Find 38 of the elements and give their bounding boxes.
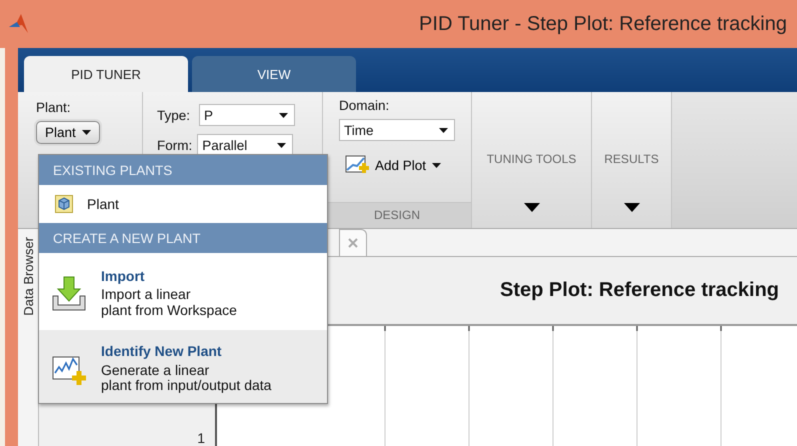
close-icon xyxy=(348,238,358,248)
domain-dropdown[interactable]: Time xyxy=(339,119,455,141)
axis-tick-label: 1 xyxy=(197,431,205,445)
plant-dropdown-button[interactable]: Plant xyxy=(36,121,100,144)
caret-icon xyxy=(439,128,448,132)
chart-add-icon xyxy=(345,155,369,175)
form-dropdown[interactable]: Parallel xyxy=(197,134,294,156)
menu-section-header: EXISTING PLANTS xyxy=(39,155,327,185)
type-label: Type: xyxy=(157,108,190,122)
type-dropdown[interactable]: P xyxy=(199,104,296,126)
plot-title: Step Plot: Reference tracking xyxy=(500,279,779,302)
menu-item-description: Generate a linear plant from input/output data xyxy=(101,362,272,394)
plant-label: Plant: xyxy=(36,100,72,115)
results-button[interactable]: RESULTS xyxy=(604,152,659,166)
caret-icon xyxy=(279,112,288,118)
caret-icon xyxy=(432,162,442,168)
ribbon-tab[interactable]: PID TUNER xyxy=(24,56,188,92)
menu-section-header: CREATE A NEW PLANT xyxy=(39,223,327,253)
add-plot-button[interactable]: Add Plot xyxy=(345,155,471,175)
form-label: Form: xyxy=(157,138,192,152)
domain-label: Domain: xyxy=(339,98,390,113)
caret-icon xyxy=(624,203,640,212)
tuning-tools-button[interactable]: TUNING TOOLS xyxy=(486,152,576,166)
app-logo-icon xyxy=(8,13,30,35)
ribbon-tab[interactable]: VIEW xyxy=(192,56,356,92)
menu-item-title: Import xyxy=(101,269,146,284)
caret-icon xyxy=(82,130,91,135)
plot-tab[interactable] xyxy=(339,229,367,256)
data-browser-panel-tab[interactable]: Data Browser xyxy=(18,229,39,446)
caret-icon xyxy=(277,142,286,148)
window-title: PID Tuner - Step Plot: Reference tracking xyxy=(419,12,787,36)
menu-item-title: Identify New Plant xyxy=(101,344,223,360)
cube-icon xyxy=(55,195,73,213)
menu-item-description: Import a linear plant from Workspace xyxy=(101,287,237,318)
import-menu-item[interactable]: Import Import a linear plant from Workspace xyxy=(39,253,327,330)
import-icon xyxy=(52,276,86,312)
caret-icon xyxy=(524,203,540,212)
identify-plant-menu-item[interactable]: Identify New Plant Generate a linear plant from input/output data xyxy=(39,330,327,404)
